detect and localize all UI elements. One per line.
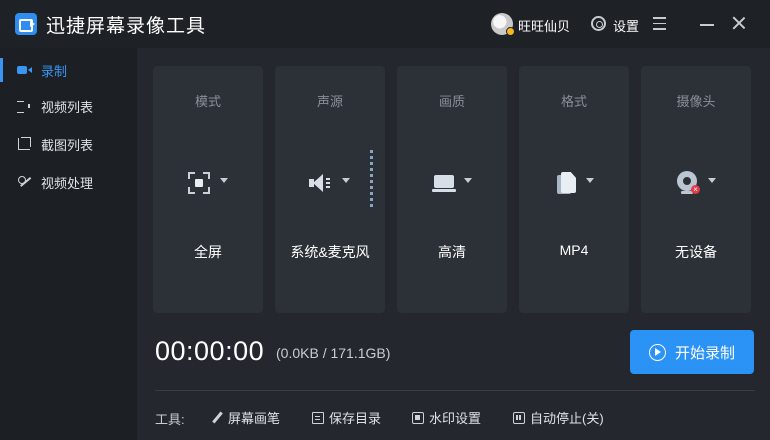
gear-icon[interactable] [591,16,606,31]
webcam-card[interactable]: 摄像头 × 无设备 [641,66,751,313]
minimize-icon[interactable] [700,24,714,26]
card-value: 系统&麦克风 [290,244,370,260]
sidebar-item-video-list[interactable]: 视频列表 [0,88,137,124]
record-video-icon [17,63,33,77]
video-list-icon [17,99,33,113]
card-icon-area [275,170,385,198]
menu-icon[interactable] [653,17,666,30]
card-title: 模式 [194,94,221,109]
pen-icon [211,412,223,424]
card-value: MP4 [559,242,589,258]
chevron-down-icon[interactable] [220,178,228,183]
card-icon-area [397,170,507,198]
close-icon[interactable] [732,16,746,30]
watermark-icon [412,411,424,424]
sidebar-item-label: 录制 [41,63,68,79]
divider [155,390,755,391]
file-size-status: (0.0KB / 171.1GB) [276,345,391,361]
sidebar: 录制 视频列表 截图列表 视频处理 [0,48,137,440]
start-recording-label: 开始录制 [674,344,735,362]
user-avatar[interactable] [491,13,515,36]
tool-label: 水印设置 [429,411,482,426]
auto-stop-icon [513,411,525,424]
mode-card[interactable]: 模式 全屏 [153,66,263,313]
card-value: 高清 [438,244,466,260]
volume-level-bar[interactable] [370,150,373,208]
fullscreen-icon [188,172,210,194]
sidebar-item-video-process[interactable]: 视频处理 [0,164,137,200]
webcam-icon: × [677,171,701,199]
tool-auto-stop[interactable]: 自动停止(关) [513,408,604,427]
app-title: 迅捷屏幕录像工具 [46,16,207,37]
quality-card[interactable]: 画质 高清 [397,66,507,313]
play-icon [648,343,666,361]
file-icon [557,172,577,196]
card-icon-area: × [641,170,751,198]
settings-button[interactable]: 设置 [613,16,639,35]
tool-watermark-settings[interactable]: 水印设置 [412,408,481,427]
sidebar-item-record[interactable]: 录制 [0,52,137,88]
card-value: 无设备 [675,244,717,260]
sidebar-item-label: 视频处理 [41,175,94,191]
error-badge-icon: × [691,185,700,194]
card-icon-area [153,170,263,198]
tools-label: 工具: [155,412,185,427]
audio-source-card[interactable]: 声源 系统&麦克风 [275,66,385,313]
sidebar-item-screenshot-list[interactable]: 截图列表 [0,126,137,162]
username[interactable]: 旺旺仙贝 [518,16,570,35]
format-card[interactable]: 格式 MP4 [519,66,629,313]
title-bar: 迅捷屏幕录像工具 旺旺仙贝 设置 [0,0,770,48]
card-title: 画质 [438,94,465,109]
tool-label: 自动停止(关) [530,411,604,426]
card-value: 全屏 [194,244,222,260]
tool-label: 屏幕画笔 [228,411,281,426]
card-title: 格式 [560,94,587,109]
tool-screen-pen[interactable]: 屏幕画笔 [211,408,280,427]
chevron-down-icon[interactable] [464,178,472,183]
chevron-down-icon[interactable] [342,178,350,183]
chevron-down-icon[interactable] [586,178,594,183]
card-icon-area [519,170,629,198]
start-recording-button[interactable]: 开始录制 [630,330,754,374]
chevron-down-icon[interactable] [708,178,716,183]
laptop-icon [432,175,456,193]
screenshot-list-icon [17,137,33,151]
sidebar-item-label: 截图列表 [41,137,94,153]
recording-timer: 00:00:00 [155,336,265,366]
vip-badge-icon [506,27,515,36]
folder-doc-icon [312,411,324,424]
app-logo-icon [15,13,37,35]
video-process-icon [17,175,33,189]
tool-label: 保存目录 [329,411,382,426]
card-title: 声源 [316,94,343,109]
tool-save-directory[interactable]: 保存目录 [312,408,381,427]
card-title: 摄像头 [676,94,716,109]
speaker-icon [309,173,339,193]
sidebar-item-label: 视频列表 [41,99,94,115]
